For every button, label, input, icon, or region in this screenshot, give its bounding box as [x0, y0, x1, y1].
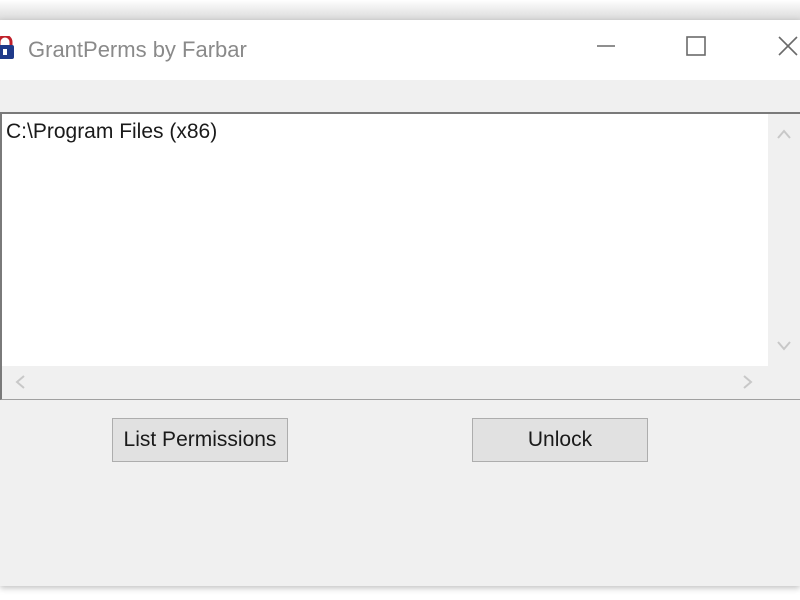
list-permissions-button[interactable]: List Permissions — [112, 418, 288, 462]
scroll-up-icon[interactable] — [774, 124, 794, 144]
minimize-button[interactable] — [576, 28, 636, 68]
scroll-right-icon[interactable] — [738, 372, 758, 392]
backdrop-shadow — [0, 0, 800, 22]
horizontal-scrollbar[interactable] — [2, 366, 768, 399]
scroll-left-icon[interactable] — [10, 372, 30, 392]
maximize-button[interactable] — [666, 28, 726, 68]
path-listbox[interactable]: C:\Program Files (x86) — [0, 112, 800, 400]
window-title: GrantPerms by Farbar — [28, 37, 247, 62]
scrollbar-corner — [768, 366, 800, 399]
app-window: GrantPerms by Farbar C:\Program Files (x… — [0, 20, 800, 586]
maximize-icon — [685, 35, 707, 62]
padlock-app-icon — [0, 34, 16, 59]
unlock-button[interactable]: Unlock — [472, 418, 648, 462]
scroll-down-icon[interactable] — [774, 336, 794, 356]
title-bar[interactable]: GrantPerms by Farbar — [0, 20, 800, 80]
close-button[interactable] — [758, 28, 800, 68]
minimize-icon — [595, 35, 617, 62]
vertical-scrollbar[interactable] — [768, 114, 800, 366]
list-item[interactable]: C:\Program Files (x86) — [6, 120, 217, 144]
close-icon — [777, 35, 799, 62]
